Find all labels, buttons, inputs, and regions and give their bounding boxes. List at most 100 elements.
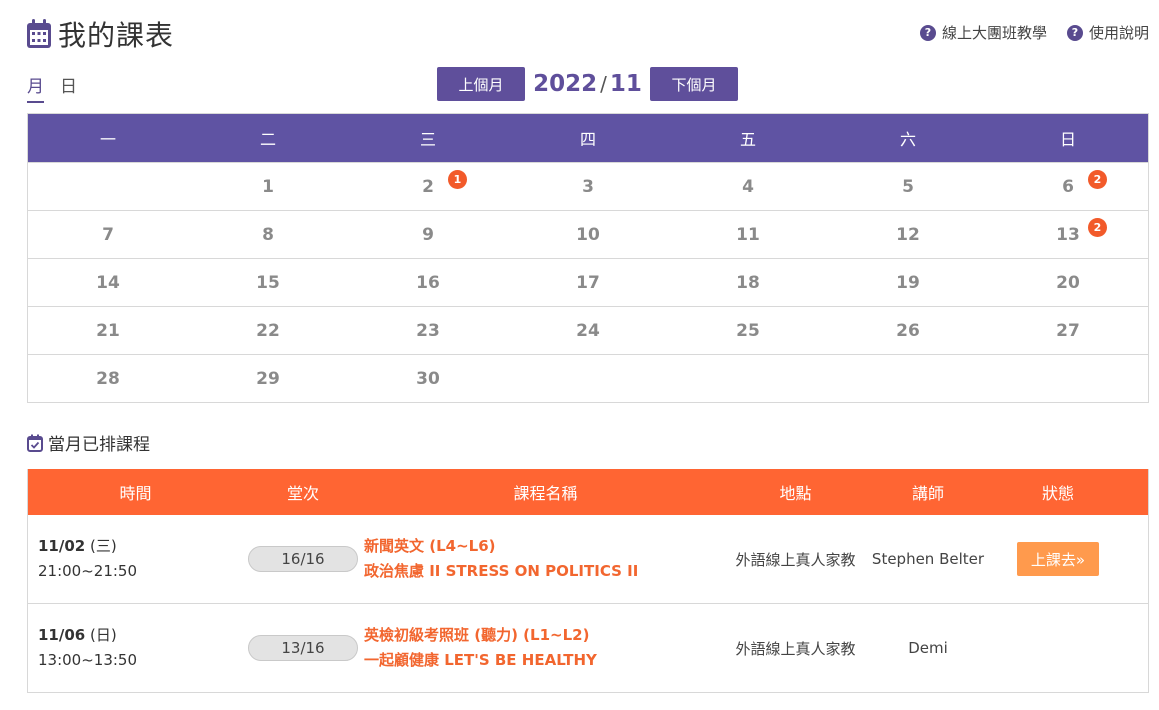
calendar-day-cell[interactable]: 13 2 (988, 211, 1148, 258)
calendar-day-cell[interactable]: 9 (348, 211, 508, 258)
course-time: 11/06 (日) 13:00~13:50 (28, 623, 243, 673)
calendar-day-cell[interactable]: 10 (508, 211, 668, 258)
course-lesson: 政治焦慮 II STRESS ON POLITICS II (364, 562, 639, 580)
course-lesson: 一起顧健康 LET'S BE HEALTHY (364, 651, 597, 669)
calendar-day-cell[interactable]: 23 (348, 307, 508, 354)
go-to-class-button[interactable]: 上課去» (1017, 542, 1099, 576)
table-header: 時間 堂次 課程名稱 地點 講師 狀態 (28, 469, 1148, 515)
calendar-day-cell[interactable]: 3 (508, 163, 668, 210)
calendar-day-cell[interactable]: 62 (988, 163, 1148, 210)
calendar-day-cell[interactable]: 17 (508, 259, 668, 306)
course-count-badge: 1 (448, 170, 467, 189)
course-count-badge: 2 (1088, 170, 1107, 189)
calendar-empty-cell (668, 355, 828, 402)
online-class-teaching-link[interactable]: ? 線上大團班教學 (919, 22, 1047, 43)
calendar-day-cell[interactable]: 25 (668, 307, 828, 354)
table-row: 11/06 (日) 13:00~13:50 13/16 英檢初級考照班 (聽力) (L… (28, 604, 1148, 693)
calendar-day-cell[interactable]: 19 (828, 259, 988, 306)
day-number: 3 (582, 176, 594, 197)
calendar-day-cell[interactable]: 24 (508, 307, 668, 354)
weekday-label: 五 (739, 130, 756, 149)
user-guide-link[interactable]: ? 使用說明 (1066, 22, 1149, 43)
calendar-day-cell[interactable]: 28 (28, 355, 188, 402)
day-number: 30 (416, 368, 440, 389)
weekday-label: 六 (899, 130, 916, 149)
page-title: 我的課表 (26, 14, 174, 54)
calendar-empty-cell (508, 355, 668, 402)
day-number: 8 (262, 224, 274, 245)
weekday-label: 一 (99, 130, 116, 149)
course-session: 16/16 (243, 546, 363, 572)
calendar-day-cell[interactable]: 1 (188, 163, 348, 210)
calendar-day-cell[interactable]: 18 (668, 259, 828, 306)
calendar-day-cell[interactable]: 15 (188, 259, 348, 306)
previous-month-button[interactable]: 上個月 (437, 67, 525, 101)
current-year: 2022 (533, 71, 598, 97)
current-month-label: 2022/11 (525, 71, 650, 97)
tab-month[interactable]: 月 (27, 72, 44, 103)
next-month-button[interactable]: 下個月 (650, 67, 738, 101)
calendar-day-cell[interactable]: 27 (988, 307, 1148, 354)
calendar-week-row: 21 22 23 24 25 26 27 (28, 306, 1148, 354)
course-date: 11/02 (38, 537, 86, 555)
calendar-day-cell[interactable]: 26 (828, 307, 988, 354)
day-number: 1 (262, 176, 274, 197)
course-location: 外語線上真人家教 (735, 550, 856, 569)
calendar-day-cell[interactable]: 20 (988, 259, 1148, 306)
day-number: 4 (742, 176, 754, 197)
calendar-day-cell[interactable]: 30 (348, 355, 508, 402)
calendar-day-cell[interactable]: 21 (28, 307, 188, 354)
course-location: 外語線上真人家教 (735, 639, 856, 658)
day-number: 19 (896, 272, 920, 293)
calendar-check-icon (27, 434, 43, 452)
column-header-time: 時間 (119, 484, 152, 503)
course-name[interactable]: 新聞英文 (L4~L6) 政治焦慮 II STRESS ON POLITICS I… (363, 534, 728, 584)
calendar-day-cell[interactable]: 14 (28, 259, 188, 306)
weekday-label: 三 (419, 130, 436, 149)
calendar-day-cell[interactable]: 11 (668, 211, 828, 258)
course-name[interactable]: 英檢初級考照班 (聽力) (L1~L2) 一起顧健康 LET'S BE HEALT… (363, 623, 728, 673)
course-status: 上課去» (993, 542, 1123, 576)
day-number: 10 (576, 224, 600, 245)
calendar-empty-cell (28, 163, 188, 210)
day-number: 2 (422, 176, 434, 197)
calendar-day-cell[interactable]: 7 (28, 211, 188, 258)
course-session: 13/16 (243, 635, 363, 661)
calendar-day-cell[interactable]: 4 (668, 163, 828, 210)
online-class-teaching-label: 線上大團班教學 (941, 24, 1047, 42)
course-time: 11/02 (三) 21:00~21:50 (28, 534, 243, 584)
calendar-empty-cell (828, 355, 988, 402)
day-number: 23 (416, 320, 440, 341)
calendar-day-cell[interactable]: 22 (188, 307, 348, 354)
scheduled-courses-heading: 當月已排課程 (27, 430, 150, 455)
calendar-day-cell[interactable]: 5 (828, 163, 988, 210)
day-number: 26 (896, 320, 920, 341)
scheduled-courses-title: 當月已排課程 (48, 435, 150, 455)
day-number: 29 (256, 368, 280, 389)
scheduled-courses-table: 時間 堂次 課程名稱 地點 講師 狀態 11/02 (三) 21:00~21:50… (27, 469, 1149, 693)
tab-day[interactable]: 日 (60, 72, 77, 103)
calendar-day-cell[interactable]: 29 (188, 355, 348, 402)
column-header-session: 堂次 (286, 484, 319, 503)
calendar-day-cell[interactable]: 16 (348, 259, 508, 306)
calendar-day-cell[interactable]: 8 (188, 211, 348, 258)
course-weekday: (三) (90, 537, 117, 555)
current-month: 11 (609, 71, 642, 97)
day-number: 28 (96, 368, 120, 389)
day-number: 6 (1062, 176, 1074, 197)
course-time-range: 13:00~13:50 (38, 651, 138, 669)
month-navigation: 上個月 2022/11 下個月 (437, 67, 738, 101)
course-count-badge: 2 (1088, 218, 1107, 237)
day-number: 13 (1056, 224, 1080, 245)
day-number: 9 (422, 224, 434, 245)
month-calendar: 一二三四五六日 1 2 1 3 4 5 6 2 7 8 9 10 11 12 13 2 14 15 16 17 18 19… (27, 113, 1149, 403)
day-number: 25 (736, 320, 760, 341)
calendar-day-cell[interactable]: 12 (828, 211, 988, 258)
column-header-course-name: 課程名稱 (513, 484, 578, 503)
question-circle-icon: ? (1066, 24, 1083, 41)
course-teacher: Demi (908, 639, 948, 657)
calendar-day-cell[interactable]: 21 (348, 163, 508, 210)
calendar-week-row: 14 15 16 17 18 19 20 (28, 258, 1148, 306)
month-separator: / (600, 72, 607, 96)
table-row: 11/02 (三) 21:00~21:50 16/16 新聞英文 (L4~L6) 政治焦… (28, 515, 1148, 604)
